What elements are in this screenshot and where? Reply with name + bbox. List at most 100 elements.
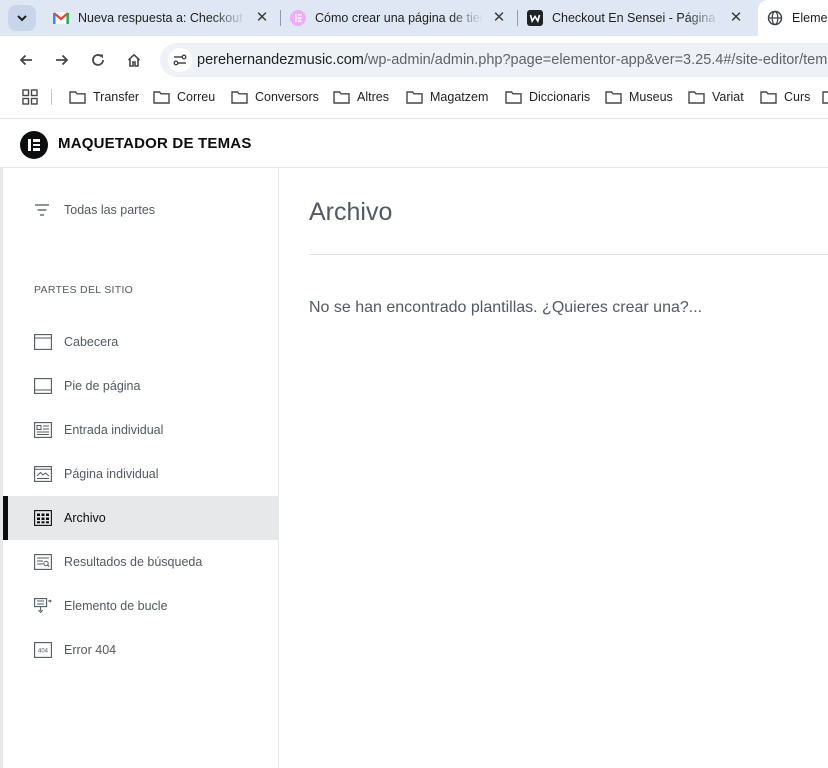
bookmark-folder[interactable]: Transfer <box>69 84 139 110</box>
app-header: MAQUETADOR DE TEMAS <box>0 118 828 168</box>
elementor-logo-icon <box>20 131 48 159</box>
elementor-icon <box>290 10 306 26</box>
folder-icon <box>231 91 248 104</box>
sidebar-item-label: Error 404 <box>64 643 117 657</box>
chevron-down-icon <box>17 15 27 22</box>
bookmark-folder[interactable]: Curs <box>760 84 810 110</box>
sidebar-item-search-results[interactable]: Resultados de búsqueda <box>3 540 278 584</box>
forward-button[interactable] <box>50 48 74 72</box>
folder-icon <box>153 91 170 104</box>
bookmark-folder[interactable]: Magatzem <box>406 84 488 110</box>
sidebar-item-footer[interactable]: Pie de página <box>3 364 278 408</box>
sidebar-item-single-page[interactable]: Página individual <box>3 452 278 496</box>
sidebar-item-loop-item[interactable]: Elemento de bucle <box>3 584 278 628</box>
bookmark-label: Transfer <box>93 90 140 104</box>
single-page-icon <box>34 466 52 482</box>
folder-icon <box>505 91 522 104</box>
header-icon <box>34 334 52 350</box>
bookmark-folder[interactable]: Conversors <box>231 84 319 110</box>
sidebar-item-label: Resultados de búsqueda <box>64 555 203 569</box>
address-bar[interactable]: perehernandezmusic.com/wp-admin/admin.ph… <box>160 43 828 77</box>
sidebar-item-label: Elemento de bucle <box>64 599 168 613</box>
bookmark-folder[interactable]: Museus <box>605 84 673 110</box>
browser-tab-sensei[interactable]: Checkout En Sensei - Página 2 - ✕ <box>518 0 754 36</box>
home-button[interactable] <box>122 48 146 72</box>
folder-icon <box>822 91 828 104</box>
close-icon[interactable]: ✕ <box>728 10 744 26</box>
bookmark-label: Correu <box>177 90 216 104</box>
tab-title: Checkout En Sensei - Página 2 - <box>552 11 720 25</box>
bookmark-folder[interactable]: Correu <box>153 84 215 110</box>
search-results-icon <box>34 554 52 570</box>
folder-icon <box>760 91 777 104</box>
url-host: perehernandezmusic.com <box>197 52 364 68</box>
bookmark-folder[interactable]: Variat <box>688 84 744 110</box>
all-parts-label: Todas las partes <box>64 203 156 217</box>
folder-icon <box>69 91 86 104</box>
all-parts-link[interactable]: Todas las partes <box>34 202 155 218</box>
browser-tab-active[interactable]: Elementor <box>758 0 828 36</box>
browser-tab-gmail[interactable]: Nueva respuesta a: Checkout En Sensei ✕ <box>44 0 280 36</box>
folder-icon <box>605 91 622 104</box>
gmail-icon <box>53 10 69 26</box>
bookmark-folder[interactable]: Altres <box>333 84 389 110</box>
bookmark-folder[interactable] <box>822 84 828 110</box>
section-label: PARTES DEL SITIO <box>34 284 134 296</box>
close-icon[interactable]: ✕ <box>491 10 507 26</box>
browser-tab-strip: Nueva respuesta a: Checkout En Sensei ✕ … <box>0 0 828 36</box>
site-parts-sidebar: Todas las partes PARTES DEL SITIO Cabece… <box>0 168 279 768</box>
globe-icon <box>767 10 783 26</box>
browser-tab-elementor-guide[interactable]: Cómo crear una página de tienda ✕ <box>281 0 517 36</box>
empty-state-message: No se han encontrado plantillas. ¿Quiere… <box>309 299 703 316</box>
bookmark-label: Altres <box>357 90 389 104</box>
bookmark-folder[interactable]: Diccionaris <box>505 84 590 110</box>
sidebar-item-archive[interactable]: Archivo <box>3 496 278 540</box>
tab-title: Elementor <box>792 11 828 25</box>
error-404-icon: 404 <box>34 642 52 658</box>
tab-title: Nueva respuesta a: Checkout En Sensei <box>78 11 246 25</box>
sidebar-item-label: Pie de página <box>64 379 141 393</box>
page-title: Archivo <box>309 198 393 226</box>
site-settings-icon[interactable] <box>168 48 192 72</box>
bookmark-label: Magatzem <box>430 90 489 104</box>
arrow-right-icon <box>56 54 69 66</box>
folder-icon <box>406 91 423 104</box>
folder-icon <box>688 91 705 104</box>
browser-toolbar: perehernandezmusic.com/wp-admin/admin.ph… <box>0 36 828 84</box>
sidebar-item-single-post[interactable]: Entrada individual <box>3 408 278 452</box>
app-title: MAQUETADOR DE TEMAS <box>58 135 252 152</box>
archive-icon <box>34 510 52 526</box>
main-content: Archivo No se han encontrado plantillas.… <box>279 168 828 768</box>
back-button[interactable] <box>14 48 38 72</box>
close-icon[interactable]: ✕ <box>254 10 270 26</box>
footer-icon <box>34 378 52 394</box>
sidebar-item-label: Entrada individual <box>64 423 164 437</box>
svg-text:404: 404 <box>38 649 49 655</box>
sidebar-item-header[interactable]: Cabecera <box>3 320 278 364</box>
bookmark-label: Diccionaris <box>529 90 591 104</box>
filter-icon <box>35 204 49 216</box>
bookmark-label: Museus <box>629 90 673 104</box>
sensei-icon <box>527 10 543 26</box>
title-divider <box>309 254 828 255</box>
bookmark-label: Curs <box>784 90 811 104</box>
bookmarks-separator <box>51 89 52 105</box>
apps-grid-icon[interactable] <box>22 89 38 105</box>
sidebar-item-error-404[interactable]: 404 Error 404 <box>3 628 278 672</box>
sidebar-item-label: Cabecera <box>64 335 119 349</box>
bookmark-label: Variat <box>712 90 744 104</box>
tab-search-button[interactable] <box>8 5 36 31</box>
tab-title: Cómo crear una página de tienda <box>315 11 483 25</box>
loop-item-icon <box>34 598 52 614</box>
folder-icon <box>333 91 350 104</box>
single-post-icon <box>34 422 52 438</box>
bookmark-label: Conversors <box>255 90 319 104</box>
arrow-left-icon <box>19 54 32 66</box>
sidebar-item-label: Página individual <box>64 467 159 481</box>
reload-icon <box>92 54 104 66</box>
reload-button[interactable] <box>86 48 110 72</box>
url-text: perehernandezmusic.com/wp-admin/admin.ph… <box>197 52 828 68</box>
sidebar-item-label: Archivo <box>64 511 106 525</box>
url-path: /wp-admin/admin.php?page=elementor-app&v… <box>363 52 828 68</box>
bookmarks-bar: Transfer Correu Conversors Altres Magatz… <box>0 84 828 110</box>
